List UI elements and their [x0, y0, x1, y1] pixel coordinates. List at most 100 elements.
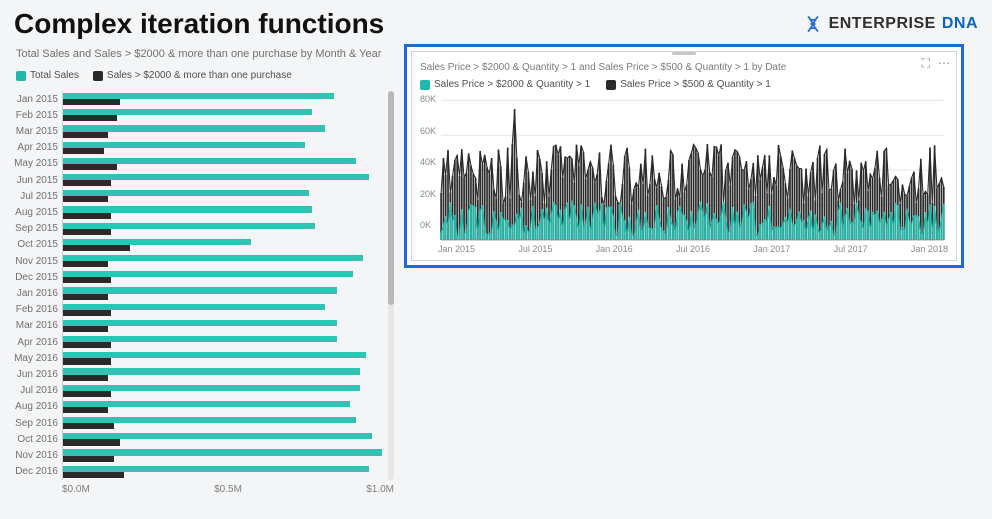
- bar-y-label: Dec 2016: [14, 464, 62, 480]
- bar-plot-area[interactable]: [62, 91, 382, 480]
- bar-row: [63, 221, 382, 237]
- legend-total-sales: Total Sales: [16, 70, 79, 81]
- bar-row: [63, 91, 382, 107]
- bar-y-label: Nov 2016: [14, 447, 62, 463]
- bar-gt-2000[interactable]: [63, 229, 111, 235]
- more-options-icon[interactable]: ⋯: [938, 56, 950, 71]
- line-y-ticks: 80K60K40K20K0K: [420, 94, 436, 230]
- bar-gt-2000[interactable]: [63, 294, 108, 300]
- scrollbar[interactable]: [388, 91, 394, 480]
- x-tick: Jan 2015: [438, 244, 475, 254]
- bar-gt-2000[interactable]: [63, 407, 108, 413]
- bar-row: [63, 204, 382, 220]
- x-tick: Jul 2015: [518, 244, 552, 254]
- x-tick: $1.0M: [283, 484, 394, 495]
- bar-row: [63, 156, 382, 172]
- line-plot-area[interactable]: 80K60K40K20K0K: [412, 94, 956, 244]
- bar-total-sales[interactable]: [63, 255, 363, 261]
- y-tick: 80K: [420, 94, 436, 104]
- bar-gt-2000[interactable]: [63, 358, 111, 364]
- legend-label: Total Sales: [30, 70, 79, 81]
- bar-y-label: Jan 2016: [14, 285, 62, 301]
- bar-gt-2000[interactable]: [63, 423, 114, 429]
- legend-gt-2000: Sales > $2000 & more than one purchase: [93, 70, 292, 81]
- brand-text-2: DNA: [942, 15, 978, 33]
- bar-gt-2000[interactable]: [63, 180, 111, 186]
- scrollbar-thumb[interactable]: [388, 91, 394, 305]
- selected-visual-frame[interactable]: ⛶ ⋯ Sales Price > $2000 & Quantity > 1 a…: [404, 44, 964, 268]
- legend-label: Sales > $2000 & more than one purchase: [107, 70, 292, 81]
- bar-y-label: May 2016: [14, 350, 62, 366]
- x-tick: $0.0M: [62, 484, 173, 495]
- bar-gt-2000[interactable]: [63, 326, 108, 332]
- bar-y-label: Jul 2016: [14, 383, 62, 399]
- bar-y-label: Feb 2015: [14, 107, 62, 123]
- bar-gt-2000[interactable]: [63, 196, 108, 202]
- bar-gt-2000[interactable]: [63, 375, 108, 381]
- line-chart-card[interactable]: ⛶ ⋯ Sales Price > $2000 & Quantity > 1 a…: [411, 51, 957, 261]
- bar-y-label: Apr 2016: [14, 334, 62, 350]
- bar-y-label: Feb 2016: [14, 302, 62, 318]
- bar-row: [63, 366, 382, 382]
- brand-text-1: ENTERPRISE: [829, 15, 936, 33]
- legend-label: Sales Price > $500 & Quantity > 1: [620, 79, 771, 90]
- bar-gt-2000[interactable]: [63, 261, 108, 267]
- x-tick: Jul 2016: [676, 244, 710, 254]
- line-chart-legend: Sales Price > $2000 & Quantity > 1 Sales…: [412, 75, 956, 94]
- bar-gt-2000[interactable]: [63, 456, 114, 462]
- bar-row: [63, 383, 382, 399]
- bar-gt-2000[interactable]: [63, 132, 108, 138]
- bar-gt-2000[interactable]: [63, 164, 117, 170]
- bar-gt-2000[interactable]: [63, 99, 120, 105]
- bar-gt-2000[interactable]: [63, 342, 111, 348]
- y-tick: 20K: [420, 189, 436, 199]
- bar-row: [63, 140, 382, 156]
- focus-mode-icon[interactable]: ⛶: [922, 56, 930, 71]
- x-tick: Jan 2017: [753, 244, 790, 254]
- bar-row: [63, 302, 382, 318]
- bar-gt-2000[interactable]: [63, 115, 117, 121]
- bar-gt-2000[interactable]: [63, 472, 124, 478]
- x-tick: $0.5M: [173, 484, 284, 495]
- bar-gt-2000[interactable]: [63, 391, 111, 397]
- bar-row: [63, 172, 382, 188]
- bar-y-label: Jan 2015: [14, 91, 62, 107]
- x-tick: Jan 2016: [596, 244, 633, 254]
- bar-row: [63, 188, 382, 204]
- bar-y-label: Nov 2015: [14, 253, 62, 269]
- swatch-icon: [606, 80, 616, 90]
- bar-row: [63, 107, 382, 123]
- bar-row: [63, 415, 382, 431]
- swatch-icon: [93, 71, 103, 81]
- dna-icon: [803, 14, 823, 34]
- bar-y-label: Jul 2015: [14, 188, 62, 204]
- bar-y-label: Mar 2016: [14, 318, 62, 334]
- y-tick: 40K: [420, 157, 436, 167]
- bar-gt-2000[interactable]: [63, 277, 111, 283]
- line-x-axis: Jan 2015 Jul 2015 Jan 2016 Jul 2016 Jan 2017…: [412, 244, 956, 260]
- bar-y-label: Sep 2016: [14, 415, 62, 431]
- bar-y-label: May 2015: [14, 156, 62, 172]
- bar-y-label: Oct 2015: [14, 237, 62, 253]
- bar-y-label: Oct 2016: [14, 431, 62, 447]
- bar-row: [63, 285, 382, 301]
- bar-row: [63, 334, 382, 350]
- bar-y-label: Jun 2016: [14, 366, 62, 382]
- line-chart-title: Sales Price > $2000 & Quantity > 1 and S…: [412, 58, 956, 75]
- bar-row: [63, 431, 382, 447]
- bar-gt-2000[interactable]: [63, 310, 111, 316]
- bar-chart-panel: Total Sales and Sales > $2000 & more tha…: [14, 44, 394, 495]
- bar-y-label: Aug 2015: [14, 204, 62, 220]
- legend-gt-500-qty: Sales Price > $500 & Quantity > 1: [606, 79, 771, 90]
- bar-chart-title: Total Sales and Sales > $2000 & more tha…: [16, 48, 394, 60]
- bar-x-axis: $0.0M $0.5M $1.0M: [62, 480, 394, 495]
- bar-gt-2000[interactable]: [63, 439, 120, 445]
- bar-gt-2000[interactable]: [63, 148, 104, 154]
- bar-gt-2000[interactable]: [63, 245, 130, 251]
- x-tick: Jan 2018: [911, 244, 948, 254]
- bar-gt-2000[interactable]: [63, 213, 111, 219]
- legend-gt-2000-qty: Sales Price > $2000 & Quantity > 1: [420, 79, 590, 90]
- page-title: Complex iteration functions: [14, 8, 384, 40]
- legend-label: Sales Price > $2000 & Quantity > 1: [434, 79, 590, 90]
- bar-row: [63, 269, 382, 285]
